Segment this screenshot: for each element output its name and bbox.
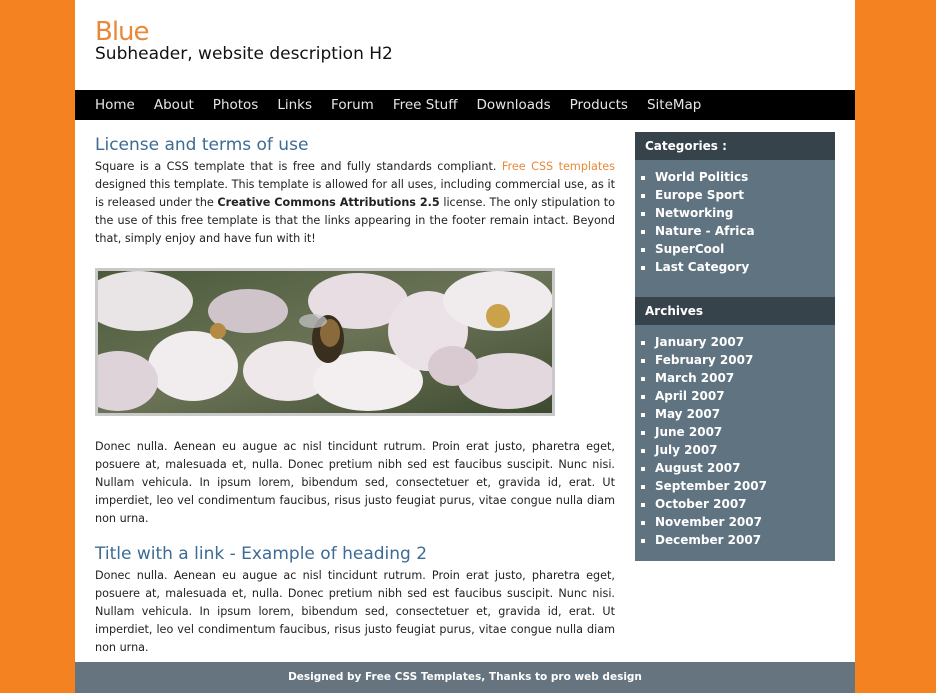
archive-item[interactable]: April 2007 <box>655 387 835 405</box>
main-content: License and terms of use Square is a CSS… <box>95 132 615 657</box>
archive-item[interactable]: January 2007 <box>655 333 835 351</box>
archive-item[interactable]: September 2007 <box>655 477 835 495</box>
category-item[interactable]: World Politics <box>655 168 835 186</box>
sidebar: Categories : World Politics Europe Sport… <box>635 132 835 561</box>
nav-products[interactable]: Products <box>570 90 628 120</box>
nav-links[interactable]: Links <box>277 90 312 120</box>
nav-about[interactable]: About <box>154 90 194 120</box>
archives-box: Archives January 2007 February 2007 Marc… <box>635 297 835 561</box>
body-paragraph-1: Donec nulla. Aenean eu augue ac nisl tin… <box>95 440 615 525</box>
license-text-1: Square is a CSS template that is free an… <box>95 160 502 173</box>
category-item[interactable]: Networking <box>655 204 835 222</box>
nav-photos[interactable]: Photos <box>213 90 259 120</box>
archive-item[interactable]: May 2007 <box>655 405 835 423</box>
categories-box: Categories : World Politics Europe Sport… <box>635 132 835 288</box>
archive-item[interactable]: March 2007 <box>655 369 835 387</box>
archive-item[interactable]: August 2007 <box>655 459 835 477</box>
category-item[interactable]: Last Category <box>655 258 835 276</box>
nav-downloads[interactable]: Downloads <box>477 90 551 120</box>
category-item[interactable]: Nature - Africa <box>655 222 835 240</box>
heading-license: License and terms of use <box>95 135 309 155</box>
archive-item[interactable]: June 2007 <box>655 423 835 441</box>
nav-home[interactable]: Home <box>95 90 135 120</box>
heading-title-with-link[interactable]: Title with a link - Example of heading 2 <box>95 541 615 567</box>
archive-item[interactable]: October 2007 <box>655 495 835 513</box>
nav-free-stuff[interactable]: Free Stuff <box>393 90 458 120</box>
archives-title: Archives <box>635 297 835 325</box>
license-name: Creative Commons Attributions 2.5 <box>217 196 440 209</box>
archive-item[interactable]: February 2007 <box>655 351 835 369</box>
main-navigation: Home About Photos Links Forum Free Stuff… <box>75 90 855 120</box>
site-subtitle: Subheader, website description H2 <box>95 44 393 64</box>
body-paragraph-2: Donec nulla. Aenean eu augue ac nisl tin… <box>95 569 615 654</box>
footer: Designed by Free CSS Templates, Thanks t… <box>75 662 855 693</box>
free-css-templates-link[interactable]: Free CSS templates <box>502 160 615 173</box>
category-item[interactable]: SuperCool <box>655 240 835 258</box>
page-container: Blue Subheader, website description H2 H… <box>75 0 855 693</box>
category-item[interactable]: Europe Sport <box>655 186 835 204</box>
nav-forum[interactable]: Forum <box>331 90 374 120</box>
license-paragraph: Square is a CSS template that is free an… <box>95 158 615 248</box>
archive-item[interactable]: July 2007 <box>655 441 835 459</box>
flower-bee-image <box>95 268 555 416</box>
categories-title: Categories : <box>635 132 835 160</box>
archive-item[interactable]: December 2007 <box>655 531 835 549</box>
archive-item[interactable]: November 2007 <box>655 513 835 531</box>
nav-sitemap[interactable]: SiteMap <box>647 90 701 120</box>
